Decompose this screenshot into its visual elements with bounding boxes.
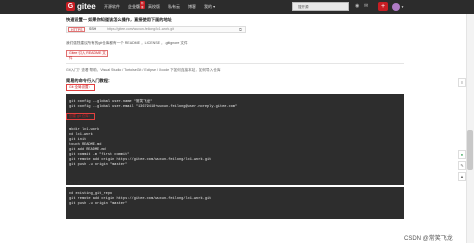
gitee-logo-icon[interactable]: G [66,2,75,11]
ide-help-text: Git入门？查看 帮助，Visual Studio / TortoiseGit … [66,68,221,72]
nav-item-university[interactable]: 高校版 [148,4,160,10]
nav-menu: 开源软件 企业版 特惠 高校版 私有云 博客 我的 ▾ [104,0,215,14]
side-toolbar-button[interactable]: ≡ [458,78,466,87]
git-global-label: Git 全局设置： [66,84,95,91]
scrollbar[interactable] [466,14,474,243]
watermark-text: CSDN @常笑飞龙 [404,236,453,242]
nav-item-open-source[interactable]: 开源软件 [104,4,120,10]
create-repo-code: mkdir lc1-work cd lc1-work git init touc… [66,124,404,185]
recommend-text: 我们强烈建议所有的git仓库都有一个 README ，LICENSE ，.git… [66,41,188,45]
avatar[interactable] [392,3,400,11]
repo-setup-panel: 快速设置— 如果你知道该怎么操作，直接使用下面的地址 HTTPS SSH htt… [66,14,404,243]
add-icon[interactable]: + [378,2,388,11]
clone-url-bar: HTTPS SSH https://gitee.com/wuxun-feilon… [66,26,246,33]
readme-notice[interactable]: Gitee 引入 README 文件 [66,50,108,60]
https-tab[interactable]: HTTPS [68,27,86,32]
promo-badge: 特惠 [140,1,145,9]
top-navbar: G gitee 开源软件 企业版 特惠 高校版 私有云 博客 我的 ▾ 搜开源 … [0,0,474,14]
notification-icon[interactable]: ◉ [355,4,360,9]
existing-repo-code: cd existing_git_repo git remote add orig… [66,187,404,219]
nav-item-enterprise-label: 企业版 [128,4,140,9]
search-input[interactable]: 搜开源 [292,2,349,11]
message-icon[interactable]: ✉ [364,4,369,9]
nav-item-mine[interactable]: 我的 ▾ [204,4,215,10]
nav-item-private-cloud[interactable]: 私有云 [168,4,180,10]
ssh-tab[interactable]: SSH [87,27,98,32]
copy-icon[interactable]: ⧉ [239,27,242,32]
gitee-logo-text[interactable]: gitee [77,1,96,12]
nav-item-blog[interactable]: 博客 [188,4,196,10]
chevron-down-icon[interactable]: ▼ [401,5,404,9]
global-config-code: git config --global user.name "常笑飞龙" git… [66,94,404,125]
existing-repo-label: 已有仓库？ [66,181,84,185]
side-feedback-button[interactable]: ✎ [458,161,466,170]
quick-setup-heading: 快速设置— 如果你知道该怎么操作，直接使用下面的地址 [66,17,172,22]
code-line: git config --global user.email "13679418… [69,105,238,109]
side-help-button[interactable]: ● [458,150,466,159]
back-to-top-button[interactable]: ▲ [458,172,466,181]
code-line: git push -u origin "master" [69,163,128,167]
code-line: git push -u origin "master" [69,202,128,206]
nav-item-enterprise[interactable]: 企业版 特惠 [128,1,145,10]
create-repo-label: 创建 git 仓库： [66,113,96,120]
repo-url-field[interactable]: https://gitee.com/wuxun-feilong/lc1-work… [107,27,174,32]
search-placeholder: 搜开源 [298,5,309,9]
scrollbar-thumb[interactable] [467,130,473,170]
divider [66,63,404,64]
